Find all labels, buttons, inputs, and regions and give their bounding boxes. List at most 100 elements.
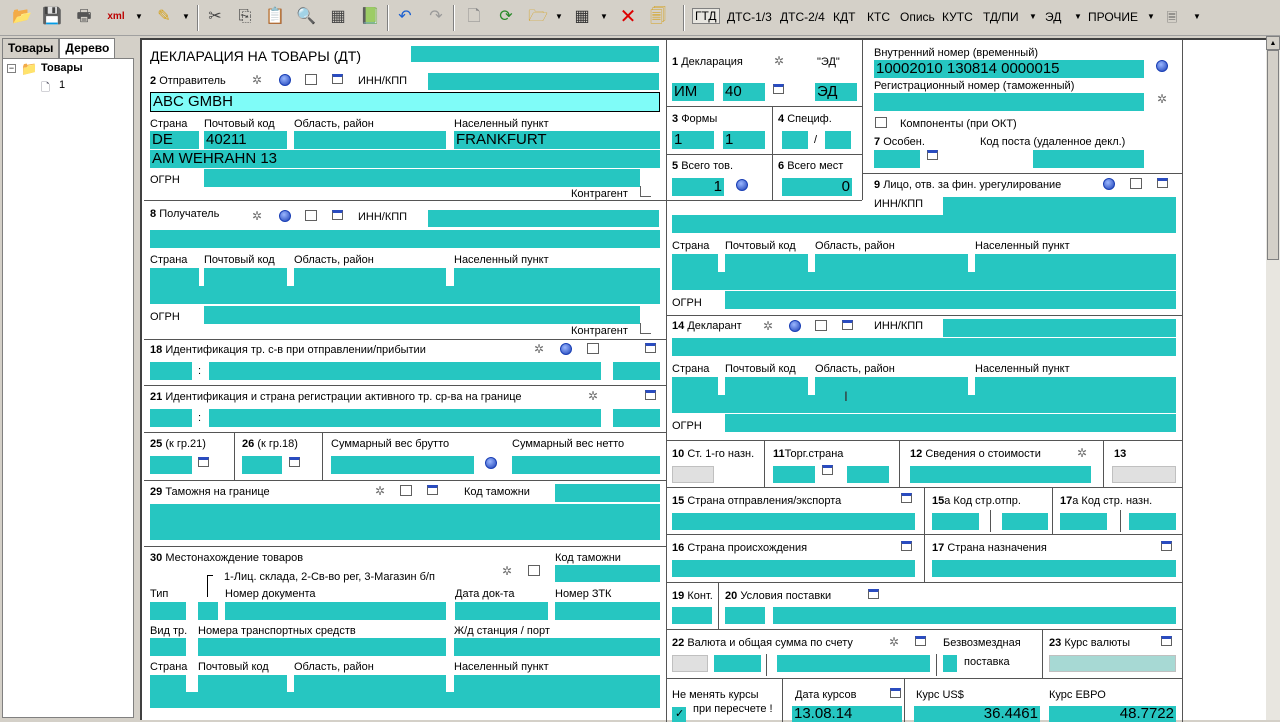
box17a-region-field[interactable] bbox=[1129, 513, 1176, 530]
globe-icon[interactable] bbox=[789, 320, 801, 332]
calendar-icon[interactable] bbox=[842, 320, 853, 330]
gear-icon[interactable]: ✲ bbox=[374, 485, 386, 497]
box9-region-field[interactable] bbox=[815, 254, 968, 272]
box9-city-field[interactable] bbox=[975, 254, 1176, 272]
box17-field[interactable] bbox=[932, 560, 1176, 577]
box14-country-field[interactable] bbox=[672, 377, 718, 395]
gross-weight-field[interactable] bbox=[331, 456, 474, 474]
box30-ztk-field[interactable] bbox=[555, 602, 660, 620]
box3-total-field[interactable]: 1 bbox=[723, 131, 765, 149]
box4-spec-total-field[interactable] bbox=[825, 131, 851, 149]
receiver-zip-field[interactable] bbox=[204, 268, 287, 286]
box21-vehicle-field[interactable] bbox=[209, 409, 601, 427]
box30-doc-date-field[interactable] bbox=[455, 602, 548, 620]
calendar-icon[interactable] bbox=[1157, 178, 1168, 188]
calendar-icon[interactable] bbox=[645, 343, 656, 353]
box9-zip-field[interactable] bbox=[725, 254, 808, 272]
note-icon[interactable] bbox=[1130, 178, 1142, 189]
box30-type2-field[interactable] bbox=[198, 602, 218, 620]
registration-number-field[interactable] bbox=[874, 93, 1144, 111]
receiver-region-field[interactable] bbox=[294, 268, 446, 286]
box30-doc-number-field[interactable] bbox=[225, 602, 446, 620]
box18-vehicles-field[interactable] bbox=[209, 362, 601, 380]
box9-inn-field[interactable] bbox=[943, 197, 1176, 215]
box30-station-field[interactable] bbox=[454, 638, 660, 656]
box6-field[interactable]: 0 bbox=[782, 178, 852, 196]
box23-field[interactable] bbox=[1049, 655, 1176, 672]
box22-currency-code-field[interactable] bbox=[714, 655, 761, 672]
box9-street-field[interactable] bbox=[672, 272, 1176, 290]
box30-zip-field[interactable] bbox=[198, 675, 287, 693]
box2-inn-field[interactable] bbox=[428, 73, 659, 90]
box25-field[interactable] bbox=[150, 456, 192, 474]
box1-ed-field[interactable]: ЭД bbox=[815, 83, 857, 101]
box10-field[interactable] bbox=[672, 466, 714, 483]
box18-country-field[interactable] bbox=[613, 362, 660, 380]
box30-region-field[interactable] bbox=[294, 675, 446, 693]
box11-code-field[interactable] bbox=[847, 466, 889, 483]
box7-field[interactable] bbox=[874, 150, 920, 168]
gear-icon[interactable]: ✲ bbox=[1076, 447, 1088, 459]
receiver-ogrn-field[interactable] bbox=[204, 306, 640, 324]
globe-icon[interactable] bbox=[1103, 178, 1115, 190]
calendar-icon[interactable] bbox=[901, 493, 912, 503]
gear-icon[interactable]: ✲ bbox=[773, 55, 785, 67]
box13-field[interactable] bbox=[1112, 466, 1176, 483]
kontragent-checkbox[interactable] bbox=[640, 186, 651, 197]
box14-region-field[interactable] bbox=[815, 377, 968, 395]
globe-icon[interactable] bbox=[1156, 60, 1168, 72]
box5-field[interactable]: 1 bbox=[672, 178, 724, 196]
box1-procedure-field[interactable]: 40 bbox=[723, 83, 765, 101]
calendar-icon[interactable] bbox=[822, 465, 833, 475]
box9-name-field[interactable] bbox=[672, 215, 1176, 233]
box30-country-field[interactable] bbox=[150, 675, 186, 693]
gear-icon[interactable]: ✲ bbox=[888, 636, 900, 648]
box30-type-field[interactable] bbox=[150, 602, 186, 620]
gear-icon[interactable]: ✲ bbox=[501, 565, 513, 577]
box30-street-field[interactable] bbox=[150, 692, 660, 708]
note-icon[interactable] bbox=[815, 320, 827, 331]
box21-country-field[interactable] bbox=[613, 409, 660, 427]
calendar-icon[interactable] bbox=[773, 84, 784, 94]
box9-country-field[interactable] bbox=[672, 254, 718, 272]
box29-customs-field[interactable] bbox=[150, 504, 660, 540]
calendar-icon[interactable] bbox=[1161, 541, 1172, 551]
box14-street-field[interactable] bbox=[672, 395, 1176, 413]
sender-region-field[interactable] bbox=[294, 131, 446, 149]
box20-code-field[interactable] bbox=[725, 607, 765, 624]
globe-icon[interactable] bbox=[560, 343, 572, 355]
calendar-icon[interactable] bbox=[868, 589, 879, 599]
receiver-name-field[interactable] bbox=[150, 230, 660, 248]
sender-zip-field[interactable]: 40211 bbox=[204, 131, 287, 149]
gear-icon[interactable]: ✲ bbox=[762, 320, 774, 332]
title-field[interactable] bbox=[411, 46, 659, 62]
globe-icon[interactable] bbox=[279, 210, 291, 222]
note-icon[interactable] bbox=[305, 210, 317, 221]
calendar-icon[interactable] bbox=[289, 457, 300, 467]
calendar-icon[interactable] bbox=[645, 390, 656, 400]
box19-field[interactable] bbox=[672, 607, 712, 624]
gear-icon[interactable]: ✲ bbox=[533, 343, 545, 355]
calendar-icon[interactable] bbox=[890, 688, 901, 698]
globe-icon[interactable] bbox=[485, 457, 497, 469]
globe-icon[interactable] bbox=[279, 74, 291, 86]
box11-field[interactable] bbox=[773, 466, 815, 483]
box29-customs-code-field[interactable] bbox=[555, 484, 660, 502]
receiver-street-field[interactable] bbox=[150, 286, 660, 304]
calendar-icon[interactable] bbox=[1161, 636, 1172, 646]
note-icon[interactable] bbox=[400, 485, 412, 496]
note-icon[interactable] bbox=[875, 117, 887, 128]
gear-icon[interactable]: ✲ bbox=[251, 210, 263, 222]
box14-inn-field[interactable] bbox=[943, 319, 1176, 337]
box30-vehicle-numbers-field[interactable] bbox=[198, 638, 446, 656]
receiver-city-field[interactable] bbox=[454, 268, 660, 286]
sender-country-field[interactable]: DE bbox=[150, 131, 199, 149]
box14-ogrn-field[interactable] bbox=[725, 414, 1176, 432]
note-icon[interactable] bbox=[528, 565, 540, 576]
calendar-icon[interactable] bbox=[198, 457, 209, 467]
calendar-icon[interactable] bbox=[332, 210, 343, 220]
internal-number-field[interactable]: 10002010 130814 0000015 bbox=[874, 60, 1144, 78]
net-weight-field[interactable] bbox=[512, 456, 660, 474]
calendar-icon[interactable] bbox=[901, 541, 912, 551]
calendar-icon[interactable] bbox=[915, 636, 926, 646]
